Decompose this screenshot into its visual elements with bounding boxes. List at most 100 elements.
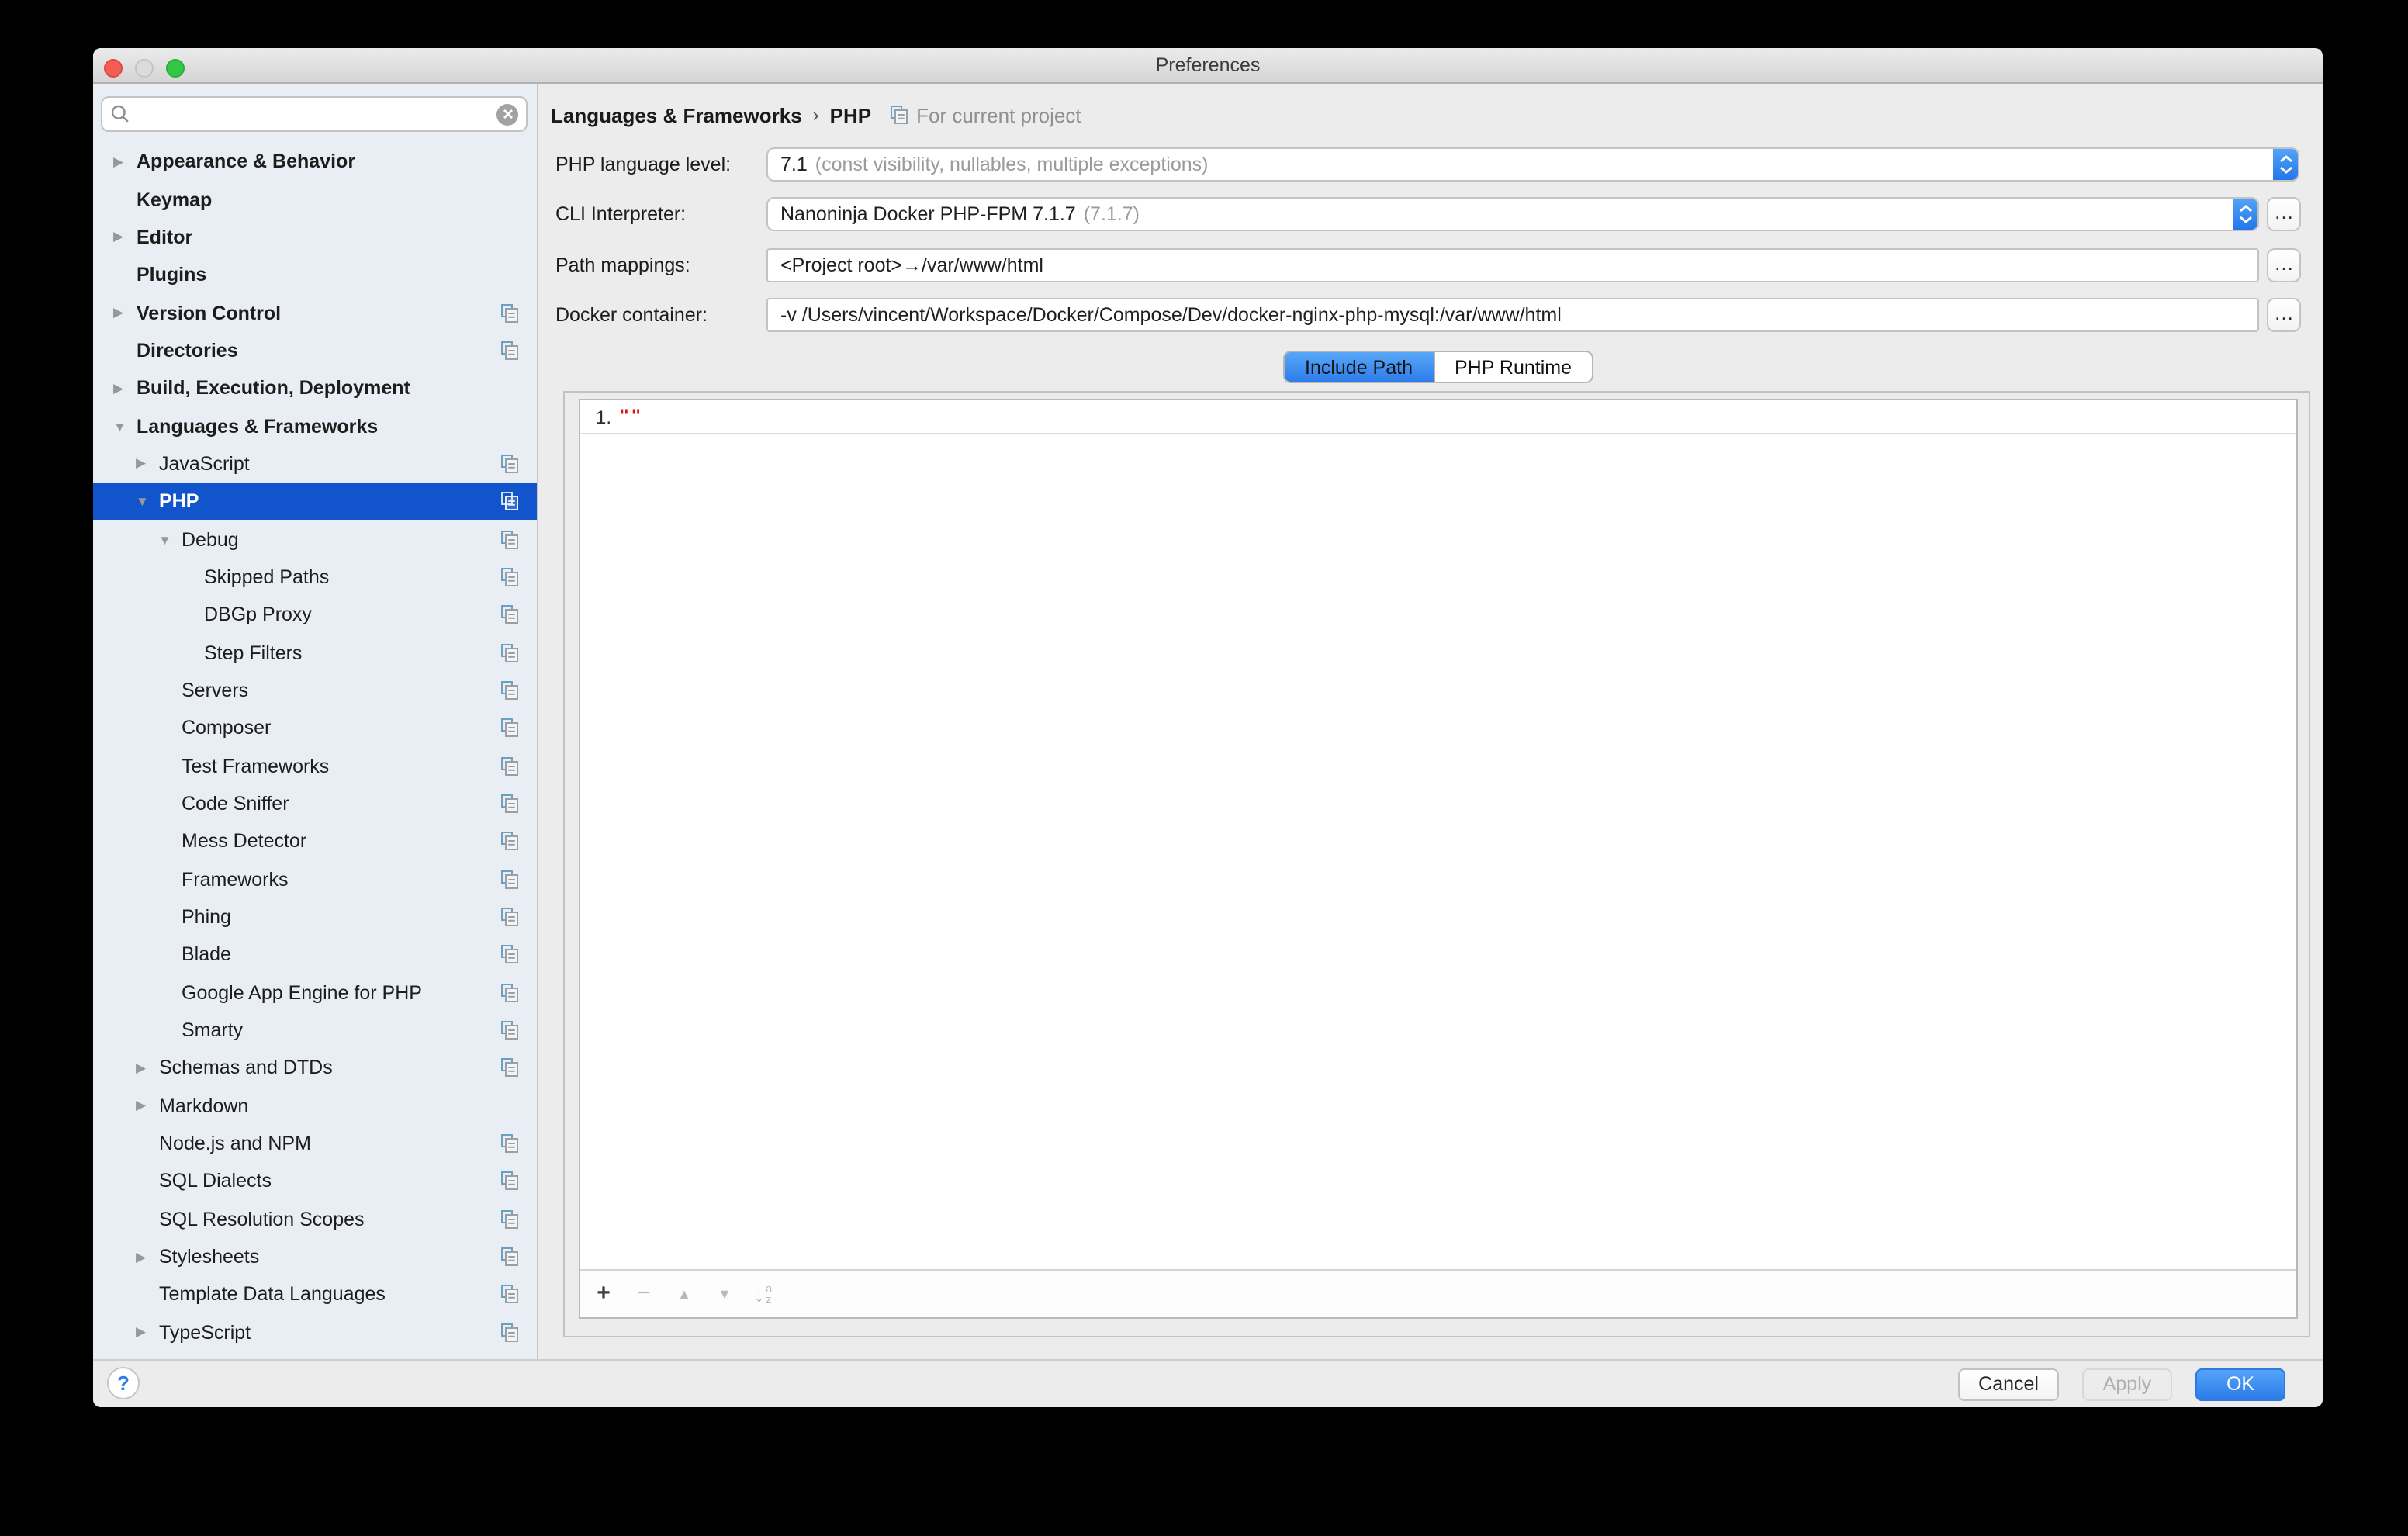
php-language-level-select[interactable]: 7.1(const visibility, nullables, multipl… xyxy=(766,147,2299,182)
move-up-button[interactable]: ▲ xyxy=(673,1283,695,1305)
tree-item-languages-frameworks[interactable]: ▼Languages & Frameworks xyxy=(93,407,537,445)
tab-include-path[interactable]: Include Path xyxy=(1283,351,1434,383)
tree-item-blade[interactable]: Blade xyxy=(93,936,537,974)
path-mappings-label: Path mappings: xyxy=(555,248,690,282)
tree-item-template-data-languages[interactable]: Template Data Languages xyxy=(93,1276,537,1314)
tree-item-php[interactable]: ▼PHP xyxy=(93,483,537,521)
tree-item-label: SQL Resolution Scopes xyxy=(159,1209,365,1230)
tree-item-label: Servers xyxy=(182,680,248,701)
search-input[interactable] xyxy=(137,102,496,126)
tree-item-version-control[interactable]: ▶Version Control xyxy=(93,294,537,332)
copy-to-project-icon xyxy=(501,643,518,662)
chevron-collapsed-icon[interactable]: ▶ xyxy=(134,1248,159,1265)
move-down-button[interactable]: ▼ xyxy=(714,1283,735,1305)
chevron-collapsed-icon[interactable]: ▶ xyxy=(134,455,159,472)
close-button[interactable] xyxy=(104,59,123,78)
copy-to-project-icon xyxy=(501,756,518,775)
tree-item-smarty[interactable]: Smarty xyxy=(93,1012,537,1050)
apply-button[interactable]: Apply xyxy=(2082,1368,2172,1400)
copy-to-project-icon xyxy=(501,983,518,1002)
tree-item-test-frameworks[interactable]: Test Frameworks xyxy=(93,747,537,785)
tree-item-label: Google App Engine for PHP xyxy=(182,981,422,1003)
path-mappings-input[interactable]: <Project root>→/var/www/html xyxy=(766,248,2259,282)
chevron-collapsed-icon[interactable]: ▶ xyxy=(112,153,137,170)
include-path-row[interactable]: 1."" xyxy=(580,400,2296,434)
titlebar[interactable]: Preferences xyxy=(93,48,2323,84)
tree-item-frameworks[interactable]: Frameworks xyxy=(93,860,537,898)
tree-item-directories[interactable]: Directories xyxy=(93,331,537,369)
chevron-collapsed-icon[interactable]: ▶ xyxy=(134,1098,159,1115)
docker-container-browse-button[interactable]: … xyxy=(2267,298,2301,332)
copy-to-project-icon xyxy=(501,341,518,360)
tree-item-label: Stylesheets xyxy=(159,1246,259,1268)
help-button[interactable]: ? xyxy=(107,1367,140,1399)
chevron-collapsed-icon[interactable]: ▶ xyxy=(134,1060,159,1077)
chevron-collapsed-icon[interactable]: ▶ xyxy=(112,304,137,321)
search-box[interactable] xyxy=(101,96,528,132)
tree-item-skipped-paths[interactable]: Skipped Paths xyxy=(93,559,537,597)
tree-item-build-execution-deployment[interactable]: ▶Build, Execution, Deployment xyxy=(93,369,537,407)
tree-item-debug[interactable]: ▼Debug xyxy=(93,521,537,559)
tree-item-appearance-behavior[interactable]: ▶Appearance & Behavior xyxy=(93,143,537,181)
add-button[interactable]: + xyxy=(593,1283,614,1305)
docker-container-input[interactable]: -v /Users/vincent/Workspace/Docker/Compo… xyxy=(766,298,2259,332)
tree-item-google-app-engine-for-php[interactable]: Google App Engine for PHP xyxy=(93,974,537,1012)
tree-item-plugins[interactable]: Plugins xyxy=(93,256,537,294)
tree-item-label: Editor xyxy=(137,227,192,248)
cli-interpreter-browse-button[interactable]: … xyxy=(2267,197,2301,231)
tree-item-mess-detector[interactable]: Mess Detector xyxy=(93,822,537,860)
ok-button[interactable]: OK xyxy=(2195,1368,2285,1400)
chevron-expanded-icon[interactable]: ▼ xyxy=(112,418,137,434)
tree-item-schemas-and-dtds[interactable]: ▶Schemas and DTDs xyxy=(93,1050,537,1088)
copy-to-project-icon xyxy=(501,1134,518,1153)
php-language-level-value: 7.1 xyxy=(780,154,808,175)
chevron-expanded-icon[interactable]: ▼ xyxy=(134,494,159,510)
scope-note: For current project xyxy=(916,103,1081,126)
remove-button[interactable]: − xyxy=(633,1283,655,1305)
minimize-button[interactable] xyxy=(135,59,154,78)
tree-item-label: Template Data Languages xyxy=(159,1284,386,1306)
chevron-collapsed-icon[interactable]: ▶ xyxy=(112,229,137,246)
tree-item-composer[interactable]: Composer xyxy=(93,709,537,747)
chevron-collapsed-icon[interactable]: ▶ xyxy=(134,1324,159,1341)
tree-item-servers[interactable]: Servers xyxy=(93,672,537,710)
zoom-button[interactable] xyxy=(166,59,185,78)
tree-item-step-filters[interactable]: Step Filters xyxy=(93,634,537,672)
include-path-list[interactable]: 1."" xyxy=(580,400,2296,1269)
chevron-collapsed-icon[interactable]: ▶ xyxy=(112,379,137,396)
tree-item-sql-dialects[interactable]: SQL Dialects xyxy=(93,1163,537,1201)
tree-item-dbgp-proxy[interactable]: DBGp Proxy xyxy=(93,596,537,634)
tab-php-runtime[interactable]: PHP Runtime xyxy=(1434,351,1593,383)
path-mappings-browse-button[interactable]: … xyxy=(2267,248,2301,282)
cli-interpreter-stepper[interactable] xyxy=(2233,197,2259,231)
chevron-expanded-icon[interactable]: ▼ xyxy=(157,531,182,547)
tree-item-label: Version Control xyxy=(137,302,281,323)
cancel-button[interactable]: Cancel xyxy=(1958,1368,2059,1400)
tree-item-node-js-and-npm[interactable]: Node.js and NPM xyxy=(93,1125,537,1163)
tree-item-sql-resolution-scopes[interactable]: SQL Resolution Scopes xyxy=(93,1200,537,1238)
tree-item-label: Plugins xyxy=(137,264,206,285)
tree-item-label: SQL Dialects xyxy=(159,1171,272,1192)
tree-item-typescript[interactable]: ▶TypeScript xyxy=(93,1313,537,1351)
tree-item-markdown[interactable]: ▶Markdown xyxy=(93,1087,537,1125)
sort-alphabetically-button[interactable]: ↓az xyxy=(754,1282,772,1306)
php-language-level-stepper[interactable] xyxy=(2273,147,2299,182)
tree-item-phing[interactable]: Phing xyxy=(93,898,537,936)
cli-interpreter-select[interactable]: Nanoninja Docker PHP-FPM 7.1.7(7.1.7) xyxy=(766,197,2259,231)
tree-item-stylesheets[interactable]: ▶Stylesheets xyxy=(93,1238,537,1276)
tree-item-javascript[interactable]: ▶JavaScript xyxy=(93,445,537,483)
tree-item-editor[interactable]: ▶Editor xyxy=(93,218,537,256)
copy-to-project-icon xyxy=(501,303,518,322)
tree-item-label: Skipped Paths xyxy=(204,566,329,588)
copy-to-project-icon xyxy=(501,1285,518,1304)
tree-item-code-sniffer[interactable]: Code Sniffer xyxy=(93,785,537,823)
cli-interpreter-label: CLI Interpreter: xyxy=(555,197,686,231)
tree-item-label: Schemas and DTDs xyxy=(159,1057,333,1079)
breadcrumb-separator: › xyxy=(813,104,819,126)
row-number: 1. xyxy=(596,406,611,427)
copy-to-project-icon xyxy=(501,1323,518,1342)
clear-search-button[interactable] xyxy=(496,103,518,125)
copy-to-project-icon xyxy=(501,455,518,473)
tree-item-keymap[interactable]: Keymap xyxy=(93,181,537,219)
tree-item-label: Appearance & Behavior xyxy=(137,150,355,172)
